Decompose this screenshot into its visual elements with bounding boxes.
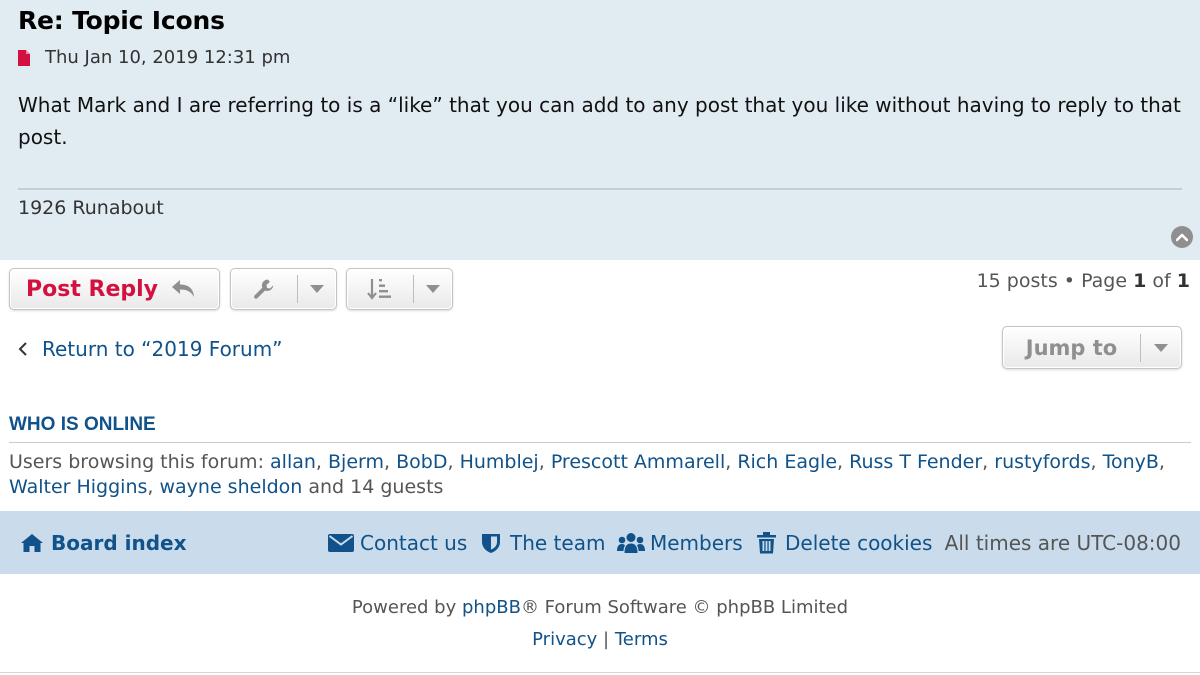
user-link[interactable]: allan bbox=[270, 451, 316, 473]
members-link[interactable]: Members bbox=[617, 511, 743, 574]
legal-links: Privacy | Terms bbox=[0, 629, 1200, 650]
post-title[interactable]: Re: Topic Icons bbox=[18, 6, 225, 35]
timezone-info: All times are UTC-08:00 bbox=[944, 530, 1181, 555]
envelope-icon bbox=[328, 533, 354, 553]
chevron-left-icon bbox=[18, 342, 28, 356]
terms-link[interactable]: Terms bbox=[615, 629, 668, 650]
signature-divider bbox=[18, 188, 1182, 190]
bottom-divider bbox=[0, 672, 1200, 673]
caret-down-icon bbox=[414, 269, 452, 309]
post-count: 15 posts bbox=[976, 270, 1058, 292]
user-link[interactable]: Rich Eagle bbox=[737, 451, 837, 473]
legal-separator: | bbox=[603, 629, 610, 650]
post-date: Thu Jan 10, 2019 12:31 pm bbox=[45, 47, 291, 68]
post-meta: Thu Jan 10, 2019 12:31 pm bbox=[18, 47, 290, 68]
user-link[interactable]: BobD bbox=[396, 451, 447, 473]
footer-navbar: Board index Contact us The team Members … bbox=[0, 511, 1200, 574]
reply-icon bbox=[170, 278, 198, 300]
members-label: Members bbox=[650, 530, 743, 555]
contact-us-link[interactable]: Contact us bbox=[328, 511, 467, 574]
who-is-online-heading[interactable]: WHO IS ONLINE bbox=[9, 414, 156, 436]
board-index-label: Board index bbox=[51, 530, 187, 555]
board-index-link[interactable]: Board index bbox=[20, 511, 187, 574]
post-signature: 1926 Runabout bbox=[18, 197, 164, 219]
pagination-info: 15 posts • Page 1 of 1 bbox=[977, 270, 1190, 292]
delete-cookies-link[interactable]: Delete cookies bbox=[757, 511, 932, 574]
page-word: Page bbox=[1081, 270, 1128, 292]
online-divider bbox=[9, 442, 1191, 443]
post: Re: Topic Icons Thu Jan 10, 2019 12:31 p… bbox=[0, 0, 1200, 260]
phpbb-link[interactable]: phpBB bbox=[462, 597, 521, 618]
total-pages: 1 bbox=[1176, 270, 1190, 292]
online-suffix: and 14 guests bbox=[308, 476, 444, 498]
online-prefix: Users browsing this forum: bbox=[9, 451, 264, 473]
sort-options-button[interactable] bbox=[346, 268, 453, 310]
delete-cookies-label: Delete cookies bbox=[785, 530, 933, 555]
powered-suffix: ® Forum Software © phpBB Limited bbox=[520, 597, 849, 618]
the-team-label: The team bbox=[510, 530, 606, 555]
return-to-forum-link[interactable]: Return to “2019 Forum” bbox=[18, 337, 283, 361]
user-link[interactable]: wayne sheldon bbox=[159, 476, 302, 498]
shield-icon bbox=[481, 532, 501, 554]
file-icon[interactable] bbox=[18, 49, 30, 66]
the-team-link[interactable]: The team bbox=[481, 511, 605, 574]
wrench-icon bbox=[231, 269, 297, 309]
user-link[interactable]: Humblej bbox=[460, 451, 539, 473]
user-link[interactable]: TonyB bbox=[1103, 451, 1159, 473]
jump-to-button[interactable]: Jump to bbox=[1002, 326, 1182, 369]
contact-us-label: Contact us bbox=[360, 530, 468, 555]
user-link[interactable]: Walter Higgins bbox=[9, 476, 147, 498]
arrow-up-icon bbox=[1176, 232, 1188, 242]
user-link[interactable]: Prescott Ammarell bbox=[551, 451, 725, 473]
user-link[interactable]: rustyfords bbox=[994, 451, 1090, 473]
home-icon bbox=[20, 533, 44, 553]
powered-prefix: Powered by bbox=[351, 597, 457, 618]
return-label: Return to “2019 Forum” bbox=[42, 337, 283, 361]
current-page: 1 bbox=[1133, 270, 1147, 292]
users-icon bbox=[617, 532, 645, 554]
sort-icon bbox=[347, 269, 413, 309]
privacy-link[interactable]: Privacy bbox=[532, 629, 597, 650]
bullet: • bbox=[1063, 270, 1076, 292]
jump-to-label: Jump to bbox=[1025, 335, 1118, 360]
trash-icon bbox=[757, 531, 776, 554]
post-reply-label: Post Reply bbox=[26, 276, 158, 302]
user-link[interactable]: Bjerm bbox=[328, 451, 384, 473]
post-body: What Mark and I are referring to is a “l… bbox=[18, 93, 1181, 149]
user-link[interactable]: Russ T Fender bbox=[849, 451, 982, 473]
caret-down-icon bbox=[1141, 327, 1181, 368]
online-users-text: Users browsing this forum: allan, Bjerm,… bbox=[9, 451, 1165, 498]
caret-down-icon bbox=[298, 269, 336, 309]
copyright-line: Powered by phpBB® Forum Software © phpBB… bbox=[0, 597, 1200, 618]
back-to-top-button[interactable] bbox=[1171, 226, 1193, 248]
of-word: of bbox=[1152, 270, 1171, 292]
post-reply-button[interactable]: Post Reply bbox=[9, 268, 220, 310]
topic-tools-button[interactable] bbox=[230, 268, 337, 310]
